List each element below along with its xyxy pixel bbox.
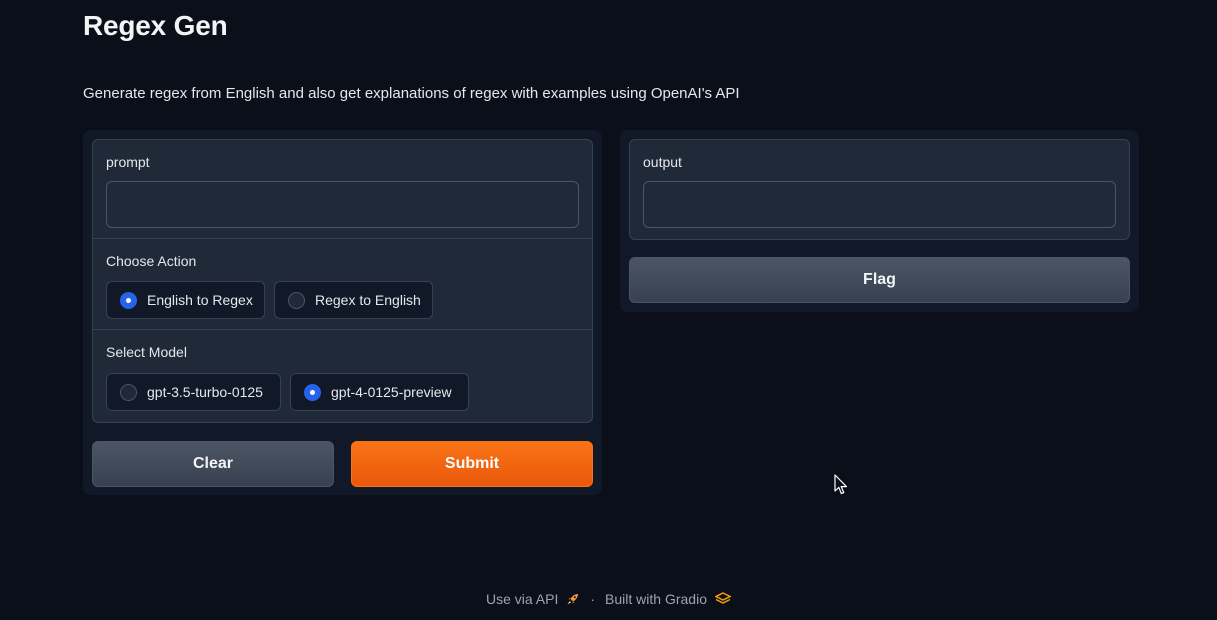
radio-checked-icon: [120, 291, 137, 309]
model-section: Select Model gpt-3.5-turbo-0125 gpt-4-01…: [93, 330, 592, 422]
submit-button[interactable]: Submit: [351, 441, 593, 487]
prompt-input[interactable]: [106, 181, 579, 228]
clear-button[interactable]: Clear: [92, 441, 334, 487]
input-panel: prompt Choose Action English to Regex Re…: [83, 130, 602, 495]
built-with-gradio-link[interactable]: Built with Gradio: [605, 591, 707, 607]
page-title: Regex Gen: [83, 10, 228, 41]
footer: Use via API · Built with Gradio: [0, 591, 1217, 607]
prompt-label: prompt: [106, 154, 150, 170]
radio-english-to-regex[interactable]: English to Regex: [106, 281, 265, 319]
footer-separator: ·: [590, 591, 596, 607]
radio-gpt-4-preview[interactable]: gpt-4-0125-preview: [290, 373, 469, 411]
mouse-cursor-icon: [834, 474, 848, 501]
radio-label: Regex to English: [315, 292, 421, 308]
radio-gpt-3-5-turbo[interactable]: gpt-3.5-turbo-0125: [106, 373, 281, 411]
radio-checked-icon: [304, 383, 321, 401]
radio-unchecked-icon: [288, 291, 305, 309]
radio-regex-to-english[interactable]: Regex to English: [274, 281, 433, 319]
output-label: output: [643, 154, 682, 170]
output-panel: output Flag: [620, 130, 1139, 312]
output-textbox[interactable]: [643, 181, 1116, 228]
action-section: Choose Action English to Regex Regex to …: [93, 239, 592, 330]
model-label: Select Model: [106, 344, 187, 360]
gradio-logo-icon: [714, 592, 731, 606]
prompt-section: prompt: [93, 140, 592, 239]
radio-unchecked-icon: [120, 383, 137, 401]
flag-button[interactable]: Flag: [629, 257, 1130, 303]
input-form: prompt Choose Action English to Regex Re…: [92, 139, 593, 423]
page-description: Generate regex from English and also get…: [83, 85, 740, 102]
output-block: output: [629, 139, 1130, 240]
radio-label: gpt-3.5-turbo-0125: [147, 384, 263, 400]
radio-label: gpt-4-0125-preview: [331, 384, 452, 400]
radio-label: English to Regex: [147, 292, 253, 308]
action-label: Choose Action: [106, 253, 197, 269]
app-page: Regex Gen Generate regex from English an…: [0, 0, 1217, 620]
rocket-icon: [566, 592, 580, 606]
use-via-api-link[interactable]: Use via API: [486, 591, 558, 607]
